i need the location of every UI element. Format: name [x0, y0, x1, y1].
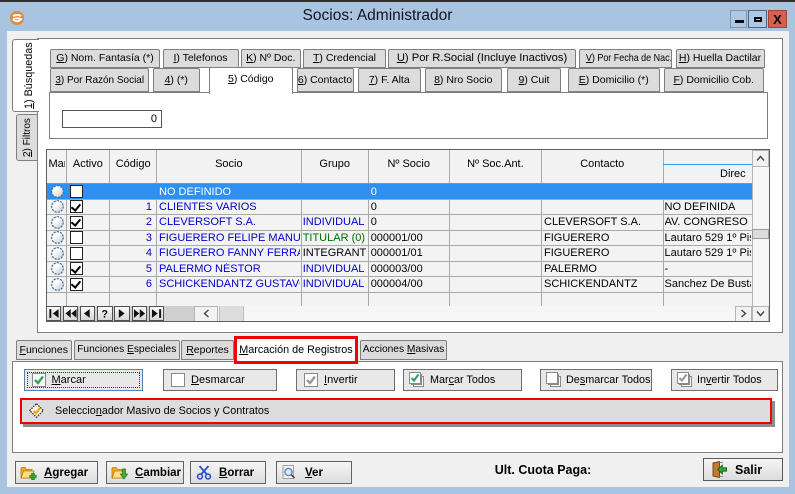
svg-text:?: ? — [102, 308, 108, 320]
